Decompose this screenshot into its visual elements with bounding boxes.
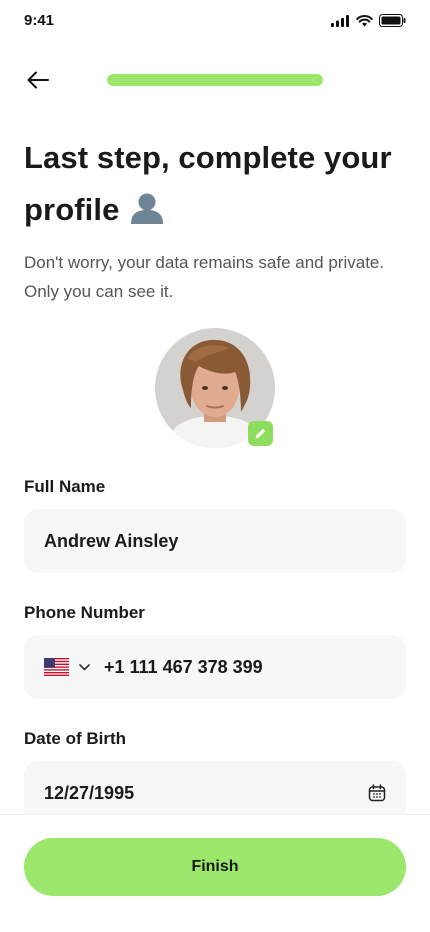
full-name-field[interactable]: Andrew Ainsley [24, 509, 406, 573]
page-subtitle: Don't worry, your data remains safe and … [24, 253, 385, 301]
bottom-action-bar: Finish [0, 814, 430, 932]
pencil-icon [255, 428, 266, 439]
phone-number-label: Phone Number [24, 603, 145, 622]
us-flag-icon [44, 658, 69, 676]
person-silhouette-icon [130, 188, 164, 240]
date-of-birth-value[interactable]: 12/27/1995 [44, 783, 134, 804]
phone-number-value[interactable]: +1 111 467 378 399 [104, 657, 263, 678]
signal-icon [331, 14, 349, 27]
finish-button[interactable]: Finish [24, 838, 406, 896]
page-title-text: Last step, complete your profile [24, 140, 392, 227]
battery-icon [379, 14, 406, 27]
phone-number-field[interactable]: +1 111 467 378 399 [24, 635, 406, 699]
progress-bar-fill [107, 74, 323, 86]
full-name-value[interactable]: Andrew Ainsley [44, 531, 178, 552]
full-name-label: Full Name [24, 477, 106, 496]
page-title: Last step, complete your profile [24, 132, 406, 240]
chevron-down-icon [79, 663, 90, 670]
country-selector[interactable] [44, 658, 104, 676]
calendar-icon[interactable] [368, 784, 386, 802]
arrow-left-icon [27, 71, 49, 89]
progress-bar [107, 74, 323, 86]
status-bar: 9:41 [0, 0, 430, 44]
date-of-birth-label: Date of Birth [24, 729, 126, 748]
status-icons [331, 14, 406, 27]
wifi-icon [356, 14, 373, 26]
back-button[interactable] [24, 66, 52, 94]
edit-avatar-button[interactable] [248, 421, 273, 446]
profile-avatar [155, 328, 275, 448]
status-time: 9:41 [24, 12, 55, 29]
